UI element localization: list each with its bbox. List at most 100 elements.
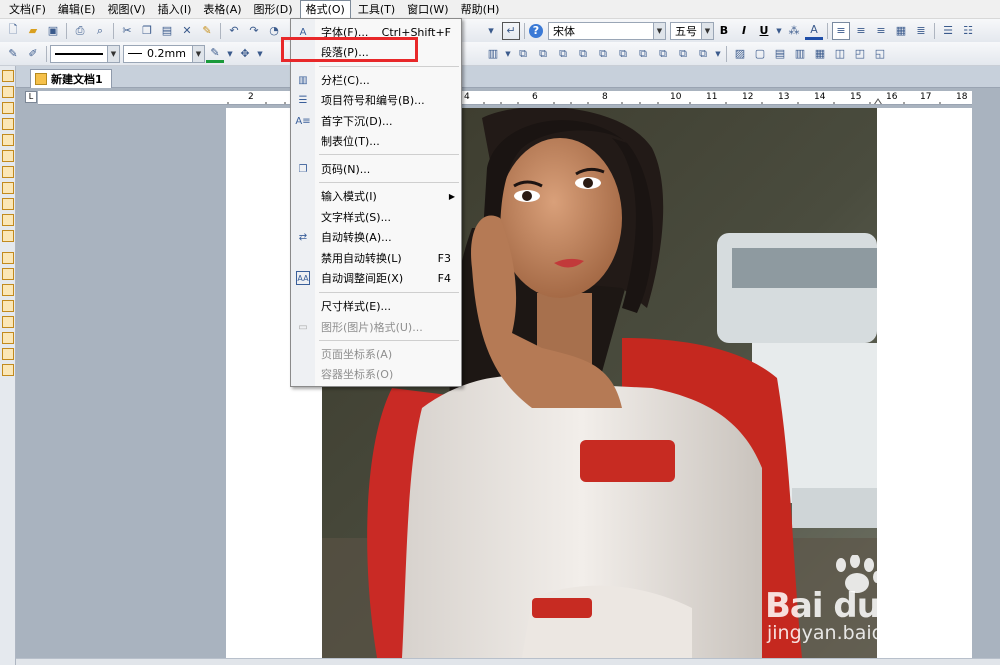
tool-icon[interactable]	[2, 182, 14, 194]
arrange-icon[interactable]: ◫	[831, 45, 849, 63]
ruler-tab-selector[interactable]: L	[25, 91, 37, 103]
underline-button[interactable]: U	[755, 22, 773, 40]
menu-window[interactable]: 窗口(W)	[402, 1, 453, 18]
shape-tool-7-icon[interactable]: ⧉	[634, 45, 652, 63]
edit-box-icon[interactable]: ✎	[4, 45, 22, 63]
print-preview-icon[interactable]: ⌕	[91, 22, 109, 40]
shape-tool-8-icon[interactable]: ⧉	[654, 45, 672, 63]
menu-item-size-style[interactable]: 尺寸样式(E)...	[291, 296, 461, 316]
frame-icon[interactable]: ▢	[751, 45, 769, 63]
menu-item-bullets[interactable]: ☰ 项目符号和编号(B)...	[291, 90, 461, 110]
menu-item-page-number[interactable]: ❐ 页码(N)...	[291, 159, 461, 179]
open-folder-icon[interactable]: ▰	[24, 22, 42, 40]
delete-icon[interactable]: ✕	[178, 22, 196, 40]
tool-icon[interactable]	[2, 230, 14, 242]
ruler-toggle-icon[interactable]: ▥	[484, 45, 502, 63]
numbered-list-icon[interactable]: ☷	[959, 22, 977, 40]
italic-button[interactable]: I	[735, 22, 753, 40]
line-width-select[interactable]: 0.2mm ▼	[123, 44, 205, 63]
menu-format[interactable]: 格式(O)	[299, 0, 351, 18]
image-icon[interactable]: ▨	[731, 45, 749, 63]
text-effect-icon[interactable]: ⁂	[785, 22, 803, 40]
menu-item-text-style[interactable]: 文字样式(S)...	[291, 207, 461, 227]
tool-icon[interactable]	[2, 150, 14, 162]
magnet-icon[interactable]	[2, 70, 14, 82]
menu-graphics[interactable]: 图形(D)	[249, 1, 298, 18]
chevron-down-icon[interactable]: ▼	[504, 45, 512, 63]
shape-tool-9-icon[interactable]: ⧉	[674, 45, 692, 63]
shape-tool-3-icon[interactable]: ⧉	[554, 45, 572, 63]
fill-color-icon[interactable]: ✥	[236, 45, 254, 63]
tool-icon[interactable]	[2, 166, 14, 178]
tool-icon[interactable]	[2, 300, 14, 312]
new-doc-icon[interactable]: 🗋	[4, 22, 22, 40]
paragraph-mark-icon[interactable]: ↵	[502, 21, 520, 40]
justify-icon[interactable]: ▦	[892, 22, 910, 40]
paste-icon[interactable]: ▤	[158, 22, 176, 40]
shape-tool-5-icon[interactable]: ⧉	[594, 45, 612, 63]
undo-icon[interactable]: ↶	[225, 22, 243, 40]
help-icon[interactable]: ?	[529, 23, 543, 38]
menu-insert[interactable]: 插入(I)	[153, 1, 197, 18]
menu-tools[interactable]: 工具(T)	[353, 1, 400, 18]
align-objects-icon[interactable]: ▥	[791, 45, 809, 63]
flip-icon[interactable]: ◱	[871, 45, 889, 63]
font-name-select[interactable]: 宋体 ▼	[548, 21, 666, 40]
tool-icon[interactable]	[2, 198, 14, 210]
align-left-icon[interactable]: ≡	[832, 21, 850, 40]
copy-icon[interactable]: ❐	[138, 22, 156, 40]
tool-icon[interactable]	[2, 214, 14, 226]
chevron-down-icon[interactable]: ▼	[775, 22, 783, 40]
cut-icon[interactable]: ✂	[118, 22, 136, 40]
tool-icon[interactable]	[2, 252, 14, 264]
menu-item-input-mode[interactable]: 输入模式(I) ▶	[291, 186, 461, 206]
menu-item-drop-cap[interactable]: A≡ 首字下沉(D)...	[291, 111, 461, 131]
line-color-icon[interactable]: ✎	[206, 45, 224, 63]
tool-icon[interactable]	[2, 348, 14, 360]
tool-icon[interactable]	[2, 102, 14, 114]
tool-icon[interactable]	[2, 316, 14, 328]
document-tab[interactable]: 新建文档1	[30, 69, 112, 88]
chevron-down-icon[interactable]: ▼	[256, 45, 264, 63]
tool-icon[interactable]	[2, 332, 14, 344]
horizontal-ruler[interactable]: 2 4 6 8 10 11 12 13 14 15 16 17 18	[38, 91, 972, 105]
menu-item-auto-convert[interactable]: ⇄ 自动转换(A)...	[291, 227, 461, 247]
chevron-down-icon[interactable]: ▼	[226, 45, 234, 63]
menu-view[interactable]: 视图(V)	[102, 1, 150, 18]
tool-icon[interactable]	[2, 284, 14, 296]
lightning-icon[interactable]	[2, 86, 14, 98]
menu-item-disable-convert[interactable]: 禁用自动转换(L) F3	[291, 248, 461, 268]
print-icon[interactable]: ⎙	[71, 22, 89, 40]
line-style-select[interactable]: ▼	[50, 44, 120, 63]
save-icon[interactable]: ▣	[44, 22, 62, 40]
shape-tool-10-icon[interactable]: ⧉	[694, 45, 712, 63]
shape-tool-1-icon[interactable]: ⧉	[514, 45, 532, 63]
menu-edit[interactable]: 编辑(E)	[53, 1, 101, 18]
tool-icon[interactable]	[2, 134, 14, 146]
rotate-icon[interactable]: ◰	[851, 45, 869, 63]
font-size-select[interactable]: 五号 ▼	[670, 21, 714, 40]
font-color-icon[interactable]: A	[805, 22, 823, 40]
chevron-down-icon[interactable]: ▼	[714, 45, 722, 63]
shape-tool-6-icon[interactable]: ⧉	[614, 45, 632, 63]
menu-table[interactable]: 表格(A)	[198, 1, 246, 18]
menu-item-columns[interactable]: ▥ 分栏(C)...	[291, 70, 461, 90]
menu-help[interactable]: 帮助(H)	[456, 1, 505, 18]
group-icon[interactable]: ▦	[811, 45, 829, 63]
menu-item-tab-stops[interactable]: 制表位(T)...	[291, 131, 461, 151]
layer-icon[interactable]: ▤	[771, 45, 789, 63]
tool-icon[interactable]	[2, 118, 14, 130]
edit-frame-icon[interactable]: ✐	[24, 45, 42, 63]
distribute-icon[interactable]: ≣	[912, 22, 930, 40]
list-icon[interactable]: ☰	[939, 22, 957, 40]
tool-icon[interactable]	[2, 364, 14, 376]
align-center-icon[interactable]: ≡	[852, 22, 870, 40]
menu-file[interactable]: 文档(F)	[4, 1, 51, 18]
shape-tool-4-icon[interactable]: ⧉	[574, 45, 592, 63]
shape-tool-2-icon[interactable]: ⧉	[534, 45, 552, 63]
more-tools-icon[interactable]: ▾	[482, 22, 500, 40]
menu-item-auto-spacing[interactable]: AA 自动调整间距(X) F4	[291, 268, 461, 288]
horizontal-scrollbar[interactable]	[16, 658, 1000, 665]
format-brush-icon[interactable]: ✎	[198, 22, 216, 40]
tool-icon[interactable]	[2, 268, 14, 280]
